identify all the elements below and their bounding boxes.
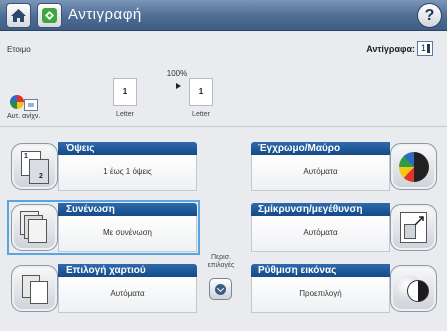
auto-detect-label: Αυτ. ανίχν. [7,113,41,120]
title-bar: Αντιγραφή ? [0,0,447,31]
dest-paper-label: Letter [192,111,210,118]
collate-value: Με συνένωση [58,216,197,252]
image-adjust-value: Προεπιλογή [251,277,390,313]
copy-app-button[interactable] [37,3,62,28]
sides-icon: 1 2 [11,143,58,190]
collate-icon [11,204,58,251]
copies-label: Αντίγραφα: [366,44,415,54]
collate-tile[interactable]: Συνένωση Με συνένωση [7,200,200,255]
chevron-down-icon [215,284,226,295]
more-options-label: Περισ. επιλογές [207,254,235,269]
source-page-count: 1 [113,78,137,106]
copies-value: 1 [420,43,426,53]
home-icon [11,9,26,22]
sides-title: Όψεις [58,142,197,155]
dest-page-count: 1 [189,78,213,106]
reduce-enlarge-tile[interactable]: Σμίκρυνση/μεγέθυνση Αυτόματα [251,203,438,252]
arrow-right-icon [176,83,181,89]
reduce-enlarge-title: Σμίκρυνση/μεγέθυνση [251,203,390,216]
more-options-button[interactable] [209,278,232,300]
resize-icon [390,204,437,251]
collate-title: Συνένωση [58,203,197,216]
paper-select-title: Επιλογή χαρτιού [58,264,197,277]
copy-app-icon [42,8,57,23]
help-button[interactable]: ? [417,3,442,28]
paper-select-value: Αυτόματα [58,277,197,313]
paper-select-tile[interactable]: Επιλογή χαρτιού Αυτόματα [10,264,197,313]
text-cursor [427,44,430,54]
status-text: Ετοιμο [7,45,31,54]
paper-icon [11,265,58,312]
auto-detect-icon [10,95,44,115]
home-button[interactable] [6,3,31,28]
copies-field[interactable]: 1 [417,41,433,56]
image-adjust-tile[interactable]: Ρύθμιση εικόνας Προεπιλογή [251,264,438,313]
divider [0,126,447,127]
reduce-enlarge-value: Αυτόματα [251,216,390,252]
source-paper-label: Letter [116,111,134,118]
zoom-level: 100% [166,69,188,78]
sides-value: 1 έως 1 όψεις [58,155,197,191]
color-tile[interactable]: Έγχρωμο/Μαύρο Αυτόματα [251,142,438,191]
image-adjust-title: Ρύθμιση εικόνας [251,264,390,277]
color-ball-icon [10,95,24,109]
image-adjust-icon [390,265,437,312]
page-title: Αντιγραφή [68,6,142,23]
document-icon [24,99,38,111]
sides-tile[interactable]: 1 2 Όψεις 1 έως 1 όψεις [10,142,197,191]
color-title: Έγχρωμο/Μαύρο [251,142,390,155]
color-value: Αυτόματα [251,155,390,191]
color-mode-icon [390,143,437,190]
